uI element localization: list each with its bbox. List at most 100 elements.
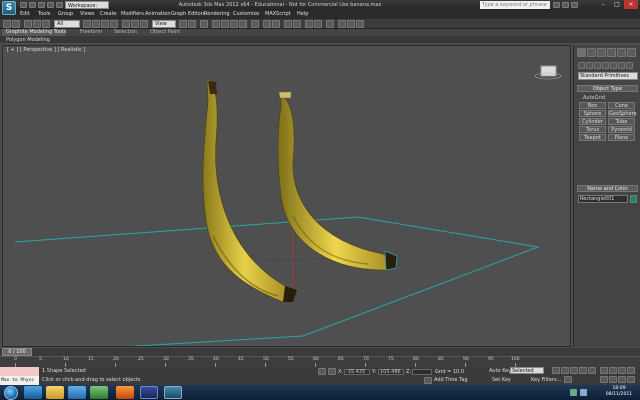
schematic-view-icon[interactable]	[314, 20, 322, 28]
tab-selection[interactable]: Selection	[114, 29, 137, 36]
selection-set-dropdown[interactable]: Selected	[510, 367, 544, 374]
photoshop-icon[interactable]	[140, 386, 158, 399]
snaps-toggle-icon[interactable]	[212, 20, 220, 28]
key-mode-icon[interactable]	[564, 376, 572, 383]
pyramid-button[interactable]: Pyramid	[608, 126, 635, 133]
orbit-icon[interactable]	[618, 376, 626, 383]
zoom-extents-all-icon[interactable]	[627, 367, 635, 374]
selection-filter-dropdown[interactable]: All	[54, 20, 80, 28]
menu-customize[interactable]: Customize	[233, 10, 259, 19]
reference-coordinate-dropdown[interactable]: View	[152, 20, 176, 28]
layer-manager-icon[interactable]	[284, 20, 292, 28]
track-bar[interactable]: 0 5 10 15 20 25 30 35 40 45 50 55 60 65 …	[0, 356, 640, 367]
perspective-viewport[interactable]: [ + ] [ Perspective ] [ Realistic ]	[2, 45, 571, 347]
menu-graph-editors[interactable]: Graph Editors	[171, 10, 205, 19]
move-icon[interactable]	[122, 20, 130, 28]
graphite-toggle-icon[interactable]	[293, 20, 301, 28]
select-manipulate-icon[interactable]	[188, 20, 196, 28]
minimize-button[interactable]: –	[596, 0, 610, 9]
motion-tab-icon[interactable]	[607, 48, 616, 57]
search-icon[interactable]	[553, 2, 560, 8]
menu-modifiers[interactable]: Modifiers	[121, 10, 144, 19]
mirror-icon[interactable]	[263, 20, 271, 28]
volume-icon[interactable]	[580, 389, 587, 396]
zoom-extents-icon[interactable]	[618, 367, 626, 374]
create-tab-icon[interactable]	[577, 48, 586, 57]
window-crossing-icon[interactable]	[110, 20, 118, 28]
keyboard-shortcut-icon[interactable]	[200, 20, 208, 28]
material-editor-icon[interactable]	[326, 20, 334, 28]
maximize-button[interactable]: □	[610, 0, 624, 9]
tube-button[interactable]: Tube	[608, 118, 635, 125]
maxscript-listener-input[interactable]: Max to Physc	[0, 376, 39, 385]
3ds-max-taskbar-icon[interactable]	[164, 386, 182, 399]
file-explorer-icon[interactable]	[46, 386, 64, 399]
close-button[interactable]: ×	[624, 0, 638, 9]
cylinder-button[interactable]: Cylinder	[579, 118, 606, 125]
geosphere-button[interactable]: GeoSphere	[608, 110, 637, 117]
systems-icon[interactable]	[626, 62, 633, 69]
menu-help[interactable]: Help	[297, 10, 308, 19]
unlink-icon[interactable]	[33, 20, 41, 28]
pivot-center-icon[interactable]	[179, 20, 187, 28]
time-slider-thumb[interactable]: 0 / 100	[2, 348, 32, 356]
scale-icon[interactable]	[140, 20, 148, 28]
teapot-button[interactable]: Teapot	[579, 134, 606, 141]
primitive-category-dropdown[interactable]: Standard Primitives	[578, 72, 638, 80]
cameras-icon[interactable]	[602, 62, 609, 69]
search-input[interactable]: Type a keyword or phrase	[480, 1, 550, 9]
hierarchy-tab-icon[interactable]	[597, 48, 606, 57]
sphere-button[interactable]: Sphere	[579, 110, 606, 117]
field-of-view-icon[interactable]	[600, 376, 608, 383]
polygon-modeling-label[interactable]: Polygon Modeling	[6, 37, 50, 43]
time-slider[interactable]: 0 / 100	[0, 348, 640, 356]
app-icon[interactable]	[90, 386, 108, 399]
shapes-icon[interactable]	[586, 62, 593, 69]
named-selection-icon[interactable]	[251, 20, 259, 28]
object-type-rollout[interactable]: Object Type	[577, 85, 638, 92]
menu-rendering[interactable]: Rendering	[204, 10, 230, 19]
cone-button[interactable]: Cone	[608, 102, 635, 109]
add-time-tag-text[interactable]: Add Time Tag	[434, 377, 468, 383]
play-icon[interactable]	[570, 367, 578, 374]
media-player-icon[interactable]	[68, 386, 86, 399]
new-file-icon[interactable]	[20, 2, 27, 8]
redo-toolbar-icon[interactable]	[12, 20, 20, 28]
absolute-mode-icon[interactable]	[328, 368, 336, 375]
previous-frame-icon[interactable]	[561, 367, 569, 374]
workspace-dropdown[interactable]: Workspace: Default	[65, 1, 109, 17]
helpers-icon[interactable]	[610, 62, 617, 69]
open-file-icon[interactable]	[29, 2, 36, 8]
undo-icon[interactable]	[47, 2, 54, 8]
select-object-icon[interactable]	[83, 20, 91, 28]
utilities-tab-icon[interactable]	[627, 48, 636, 57]
render-setup-icon[interactable]	[338, 20, 346, 28]
menu-create[interactable]: Create	[100, 10, 117, 19]
subscription-icon[interactable]	[562, 2, 569, 8]
tab-graphite-modeling-tools[interactable]: Graphite Modeling Tools	[6, 29, 66, 36]
y-coordinate-field[interactable]: 105.486	[378, 369, 404, 375]
geometry-icon[interactable]	[578, 62, 585, 69]
menu-animation[interactable]: Animation	[145, 10, 171, 19]
zoom-all-icon[interactable]	[609, 367, 617, 374]
zoom-icon[interactable]	[600, 367, 608, 374]
z-coordinate-field[interactable]	[412, 369, 432, 375]
plane-button[interactable]: Plane	[608, 134, 635, 141]
firefox-icon[interactable]	[116, 386, 134, 399]
time-tag-icon[interactable]	[424, 377, 432, 384]
auto-key-label[interactable]: Auto Key	[489, 368, 511, 374]
lights-icon[interactable]	[594, 62, 601, 69]
rendered-frame-window-icon[interactable]	[347, 20, 355, 28]
name-and-color-rollout[interactable]: Name and Color	[577, 185, 638, 192]
object-color-swatch[interactable]	[630, 195, 637, 203]
go-to-start-icon[interactable]	[552, 367, 560, 374]
menu-group[interactable]: Group	[58, 10, 73, 19]
application-menu-button[interactable]: S	[2, 1, 16, 15]
system-clock[interactable]: 18:09 08/11/2011	[600, 386, 638, 399]
undo-toolbar-icon[interactable]	[3, 20, 11, 28]
go-to-end-icon[interactable]	[588, 367, 596, 374]
set-key-button[interactable]: Set Key	[492, 377, 511, 383]
bind-space-warp-icon[interactable]	[42, 20, 50, 28]
x-coordinate-field[interactable]: -35.435	[344, 369, 370, 375]
render-production-icon[interactable]	[356, 20, 364, 28]
